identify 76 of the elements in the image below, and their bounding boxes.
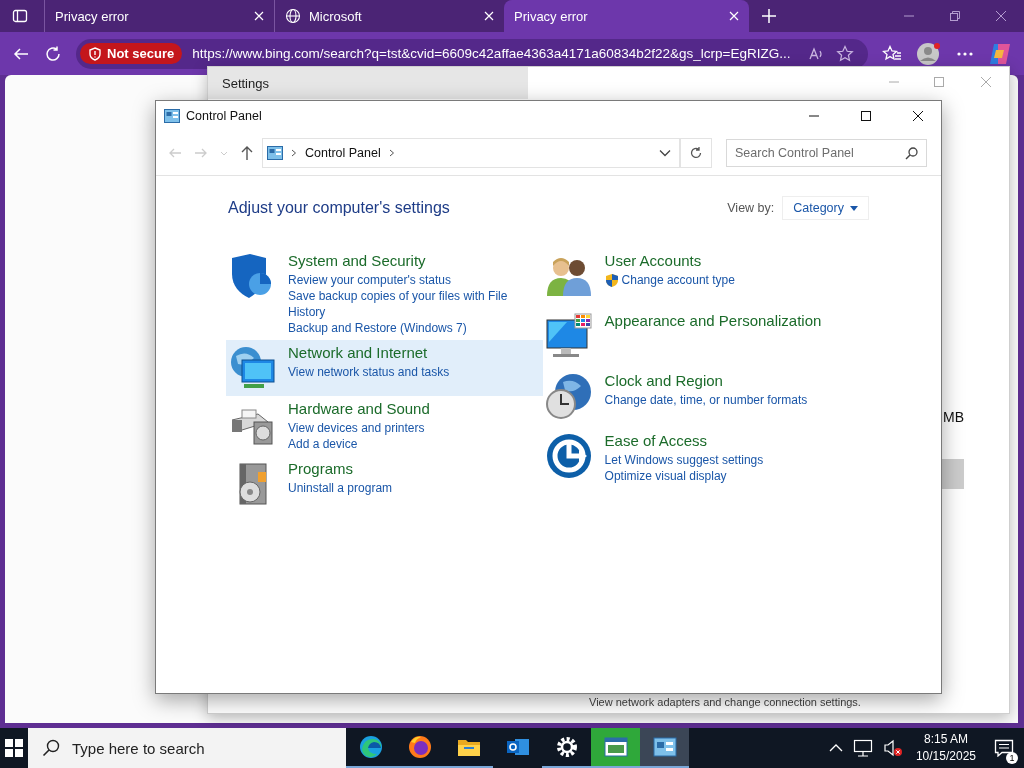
app-window-icon[interactable]	[602, 734, 629, 760]
category-link[interactable]: Programs	[288, 460, 393, 477]
start-icon[interactable]	[5, 739, 23, 757]
task-link[interactable]: Change date, time, or number formats	[604, 392, 808, 408]
close-tab-icon[interactable]	[254, 11, 264, 21]
task-link[interactable]: Save backup copies of your files with File History	[288, 288, 541, 320]
chevron-icon	[291, 149, 297, 157]
task-link[interactable]: Uninstall a program	[288, 480, 393, 496]
control-panel-icon	[164, 109, 180, 123]
favorite-icon[interactable]	[836, 44, 854, 63]
close-tab-icon[interactable]	[729, 11, 739, 21]
page-heading: Adjust your computer's settings	[228, 199, 450, 217]
dropdown-caret-icon[interactable]	[659, 149, 671, 157]
browser-tab[interactable]: Privacy error	[504, 0, 749, 32]
clock-date[interactable]: 10/15/2025	[915, 748, 976, 765]
category-link[interactable]: Appearance and Personalization	[604, 312, 822, 329]
chevron-up-icon[interactable]	[828, 743, 843, 753]
globe-icon	[285, 8, 301, 24]
category-link[interactable]: User Accounts	[604, 252, 735, 269]
settings-link[interactable]: View network adapters and change connection settings.	[589, 696, 861, 708]
control-panel-icon[interactable]	[651, 734, 678, 760]
security-badge[interactable]: Not secure	[80, 43, 183, 64]
accessibility-icon[interactable]	[544, 432, 593, 480]
control-panel-icon	[267, 146, 283, 160]
task-link[interactable]: Backup and Restore (Windows 7)	[288, 320, 541, 336]
more-icon[interactable]	[956, 50, 974, 57]
category-link[interactable]: System and Security	[288, 252, 541, 269]
notification-count: 1	[1006, 752, 1018, 764]
tab-actions-icon[interactable]	[12, 8, 28, 24]
close-tab-icon[interactable]	[484, 11, 494, 21]
copilot-icon[interactable]	[988, 41, 1012, 66]
restore-icon[interactable]	[949, 10, 961, 22]
window-title: Control Panel	[186, 109, 262, 123]
search-icon	[905, 147, 918, 160]
task-link[interactable]: Review your computer's status	[288, 272, 541, 288]
maximize-icon[interactable]	[860, 110, 872, 122]
window-title: Settings	[222, 75, 269, 91]
close-icon[interactable]	[912, 110, 924, 122]
refresh-button[interactable]	[680, 138, 712, 168]
breadcrumb-item[interactable]: Control Panel	[305, 146, 381, 160]
firefox-icon[interactable]	[406, 734, 433, 760]
warning-shield-icon	[88, 46, 102, 61]
profile-icon[interactable]	[916, 40, 942, 67]
chevron-icon	[388, 149, 395, 157]
task-link[interactable]: View network status and tasks	[288, 364, 450, 380]
refresh-icon	[689, 146, 703, 160]
category-link[interactable]: Clock and Region	[604, 372, 808, 389]
task-link[interactable]: Let Windows suggest settings	[604, 452, 764, 468]
dropdown-caret-icon	[850, 205, 858, 211]
address-field[interactable]: Control Panel	[262, 138, 680, 168]
settings-button[interactable]	[941, 459, 964, 489]
size-text: MB	[943, 409, 964, 425]
taskbar-search-field[interactable]: Type here to search	[28, 728, 346, 768]
edge-icon[interactable]	[357, 734, 384, 760]
url-text: https://www.bing.com/search?q=tst&cvid=6609c42affae4363a4171a60834b2f22&gs_lcrp=EgRIZG...	[192, 46, 792, 61]
task-link[interactable]: View devices and printers	[288, 420, 430, 436]
new-tab-icon[interactable]	[761, 8, 777, 24]
network-icon[interactable]	[852, 739, 873, 757]
task-link[interactable]: Add a device	[288, 436, 430, 452]
favorites-icon[interactable]	[882, 44, 902, 63]
category-link[interactable]: Network and Internet	[288, 344, 450, 361]
task-link[interactable]: Optimize visual display	[604, 468, 764, 484]
address-bar[interactable]: Not secure https://www.bing.com/search?q=tst&cvid=6609c42affae4363a4171a60834b2f22&gs_lcrp=EgRIZG...	[76, 38, 868, 69]
monitor-icon[interactable]	[544, 312, 593, 360]
task-link[interactable]: Change account type	[604, 272, 735, 288]
globe-clock-icon[interactable]	[544, 372, 593, 420]
category-link[interactable]: Hardware and Sound	[288, 400, 430, 417]
refresh-icon[interactable]	[44, 44, 62, 63]
clock-time[interactable]: 8:15 AM	[923, 731, 968, 748]
notification-icon[interactable]	[994, 739, 1014, 757]
category-link[interactable]: Ease of Access	[604, 432, 764, 449]
up-icon[interactable]	[240, 145, 254, 161]
view-by-dropdown[interactable]: Category	[782, 196, 869, 220]
muted-speaker-icon[interactable]	[882, 739, 903, 757]
search-field[interactable]: Search Control Panel	[726, 139, 927, 167]
view-by-label: View by:	[727, 201, 775, 215]
